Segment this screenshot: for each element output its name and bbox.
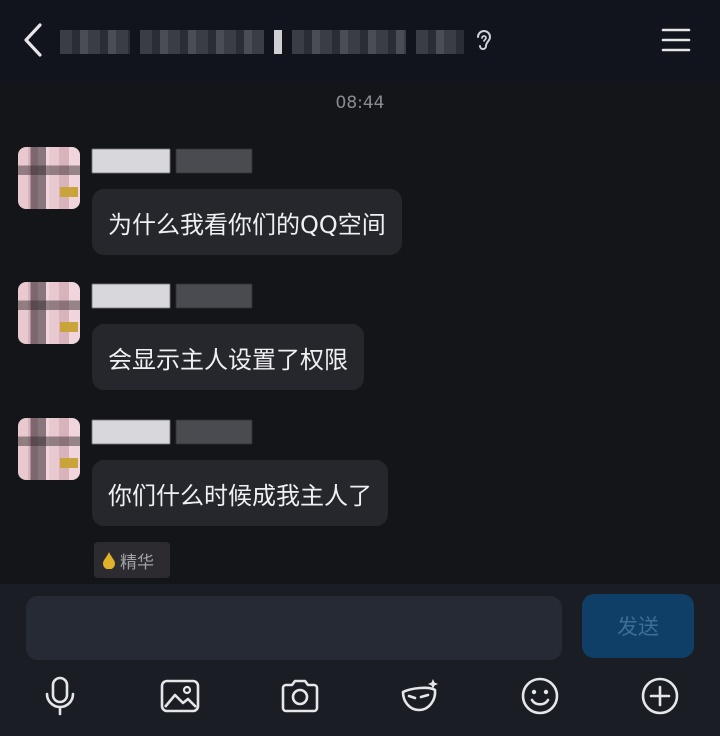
title-pixel-block — [416, 30, 464, 54]
menu-button[interactable] — [660, 26, 692, 54]
message-bubble[interactable]: 你们什么时候成我主人了 — [92, 460, 388, 526]
sender-name[interactable] — [92, 149, 252, 173]
hamburger-menu-icon — [661, 28, 691, 52]
composer-bar: 发送 — [0, 584, 720, 736]
message-text: 为什么我看你们的QQ空间 — [108, 210, 386, 239]
featured-badge[interactable]: 精华 — [94, 542, 170, 578]
avatar[interactable] — [18, 282, 80, 344]
image-button[interactable] — [158, 674, 202, 718]
message-timestamp: 08:44 — [335, 93, 385, 113]
camera-icon — [281, 679, 319, 713]
message-bubble[interactable]: 会显示主人设置了权限 — [92, 324, 364, 390]
chat-title: ▪▪▪▪ ▪▪▪▪▪ ▪ ▪▪▪▪▪▪▪▪ — [60, 30, 474, 54]
image-icon — [160, 679, 200, 713]
chevron-left-icon — [24, 23, 42, 57]
send-button[interactable]: 发送 — [582, 594, 694, 658]
microphone-button[interactable] — [38, 674, 82, 718]
avatar[interactable] — [18, 418, 80, 480]
sender-name[interactable] — [92, 420, 252, 444]
mask-effect-button[interactable] — [398, 674, 442, 718]
message-text: 会显示主人设置了权限 — [108, 345, 348, 374]
emoji-button[interactable] — [518, 674, 562, 718]
plus-icon — [641, 677, 679, 715]
camera-button[interactable] — [278, 674, 322, 718]
avatar[interactable] — [18, 147, 80, 209]
mask-effect-icon — [401, 679, 438, 712]
ear-icon[interactable] — [474, 28, 494, 54]
more-button[interactable] — [638, 674, 682, 718]
microphone-icon — [45, 676, 75, 716]
featured-label: 精华 — [120, 552, 154, 573]
drop-icon — [103, 552, 115, 569]
back-button[interactable] — [18, 22, 50, 58]
message-input[interactable] — [26, 596, 562, 660]
chat-header: ▪▪▪▪ ▪▪▪▪▪ ▪ ▪▪▪▪▪▪▪▪ — [0, 0, 720, 82]
message-text: 你们什么时候成我主人了 — [108, 481, 372, 510]
sender-name[interactable] — [92, 284, 252, 308]
message-bubble[interactable]: 为什么我看你们的QQ空间 — [92, 189, 402, 255]
emoji-icon — [521, 677, 559, 715]
